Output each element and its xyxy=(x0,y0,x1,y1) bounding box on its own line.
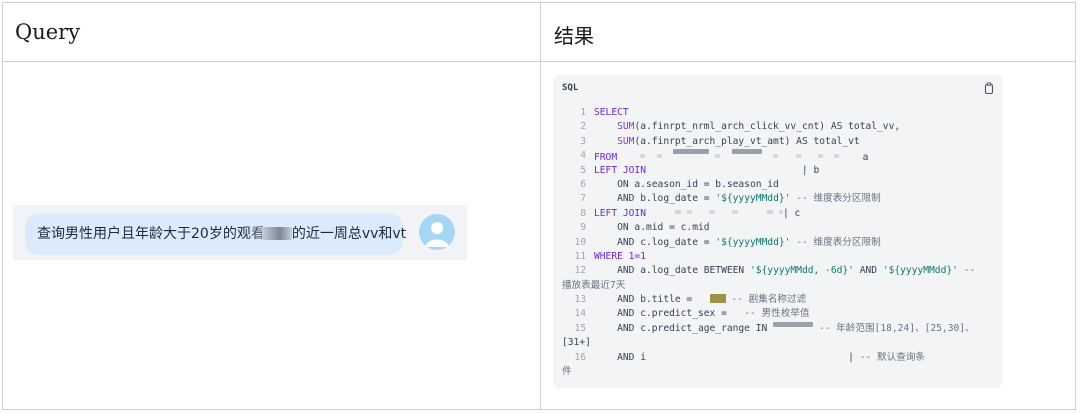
code-line: 13 AND b.title = -- 剧集名称过滤 xyxy=(574,294,807,306)
user-avatar[interactable] xyxy=(419,214,455,250)
query-column-header: Query xyxy=(15,20,81,44)
message-text-end: 的近一周总vv和vt xyxy=(291,226,407,242)
chat-message-row: 查询男性用户且年龄大于20岁的观看 的近一周总vv和vt xyxy=(13,205,467,260)
code-line-wrap: 播放表最近7天 xyxy=(562,279,626,291)
code-line: 10 AND c.log_date = '${yyyyMMdd}' -- 维度表… xyxy=(574,236,881,248)
sql-code-block: SQL 1 SELECT 2 SUM(a.finrpt_nrml_arch_cli… xyxy=(553,75,1002,388)
code-line: 15 AND c.predict_age_range IN -- 年龄范围[18… xyxy=(574,321,975,334)
code-line-wrap: 件 xyxy=(562,366,572,378)
code-line: 12 AND a.log_date BETWEEN '${yyyyMMdd, -… xyxy=(574,265,976,277)
code-line: 14 AND c.predict_sex = -- 男性枚举值 xyxy=(574,308,810,320)
code-language-label: SQL xyxy=(562,83,579,93)
code-line: 3 SUM(a.finrpt_arch_play_vt_amt) AS tota… xyxy=(580,135,860,147)
code-body: 1 SELECT 2 SUM(a.finrpt_nrml_arch_click_v… xyxy=(562,106,993,379)
column-divider xyxy=(540,3,541,409)
code-line: 16 AND i | -- 默认查询条 xyxy=(574,351,926,363)
copy-icon[interactable] xyxy=(983,82,995,95)
code-line: 6 ON a.season_id = b.season_id xyxy=(580,178,779,190)
user-avatar-icon xyxy=(425,222,449,247)
code-line: 1 SELECT xyxy=(580,107,629,118)
result-column-header: 结果 xyxy=(554,24,594,48)
code-line: 2 SUM(a.finrpt_nrml_arch_click_vv_cnt) A… xyxy=(580,121,901,133)
header-divider xyxy=(3,61,1075,62)
message-text-start: 查询男性用户且年龄大于20岁的观 xyxy=(37,226,251,242)
redacted-title-value xyxy=(709,294,726,304)
code-line-wrap: [31+] xyxy=(562,337,591,349)
user-message-bubble: 查询男性用户且年龄大于20岁的观看 的近一周总vv和vt xyxy=(25,213,407,255)
code-line: 9 ON a.mid = c.mid xyxy=(580,222,710,234)
code-line: 11 WHERE 1=1 xyxy=(574,250,646,262)
code-line: 4 FROM a xyxy=(580,149,869,164)
redacted-text xyxy=(261,227,292,240)
code-line: 5 LEFT JOIN | b xyxy=(580,164,820,176)
code-line: 7 AND b.log_date = '${yyyyMMdd}' -- 维度表分… xyxy=(580,193,881,205)
code-line: 8 LEFT JOIN | c xyxy=(580,207,801,219)
message-text-partial: 看 xyxy=(250,226,265,242)
